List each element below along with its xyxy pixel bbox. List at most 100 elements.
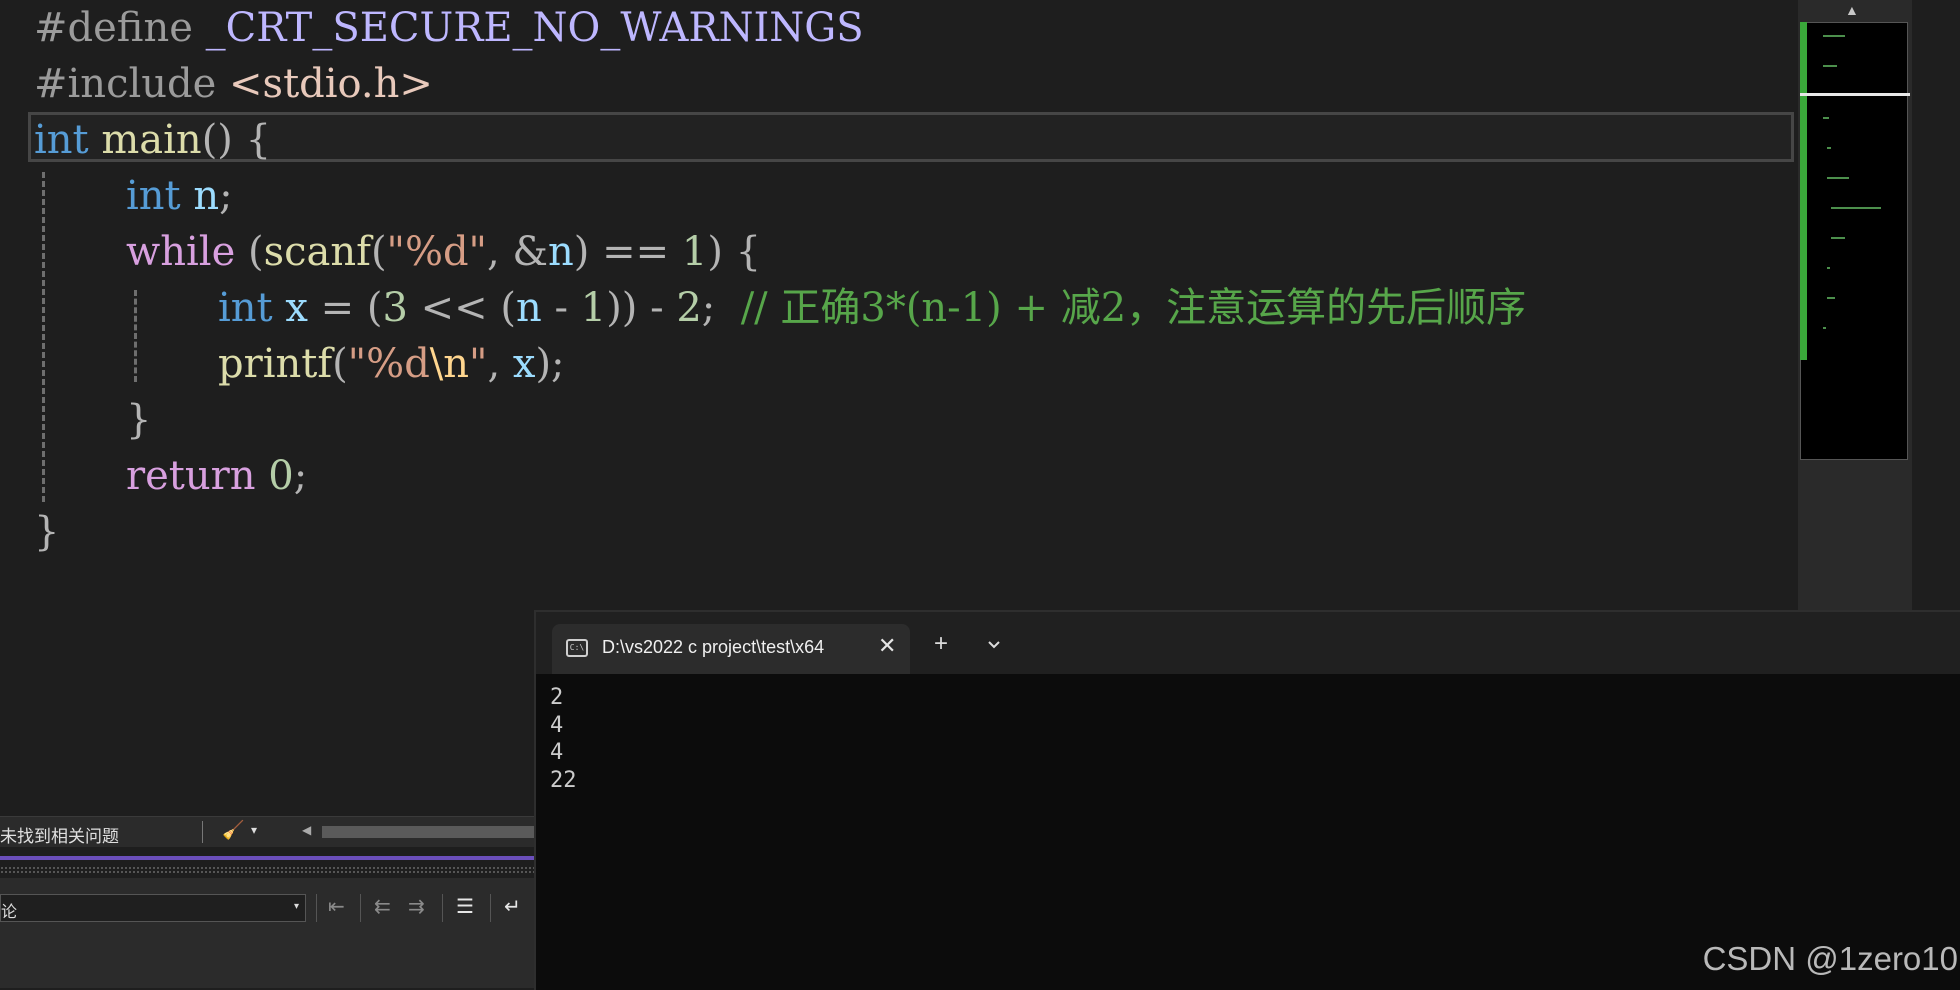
code-line-5[interactable]: while (scanf("%d", &n) == 1) { [126, 224, 761, 280]
code-editor[interactable]: #define _CRT_SECURE_NO_WARNINGS #include… [0, 0, 1800, 612]
toolbar-separator [490, 894, 491, 922]
punctuation: ; [219, 173, 233, 219]
minimap-code-mark [1823, 35, 1845, 37]
editor-minimap[interactable]: ▲ [1798, 0, 1912, 612]
minimap-code-mark [1827, 177, 1849, 179]
issues-status-text: 未找到相关问题 [0, 827, 119, 846]
closing-brace: } [126, 397, 152, 443]
terminal-output: 2 4 4 22 [550, 684, 577, 794]
editor-right-margin [1912, 0, 1960, 612]
word-wrap-icon[interactable]: ↵ [504, 894, 521, 919]
string-literal: "%d [347, 341, 430, 387]
punctuation: ); [535, 341, 565, 387]
code-line-3[interactable]: int main() { [34, 112, 271, 168]
minimap-viewport-indicator[interactable] [1800, 93, 1910, 96]
terminal-tab-title: D:\vs2022 c project\test\x64\Debug\test.… [602, 637, 824, 657]
code-line-4[interactable]: int n; [126, 168, 233, 224]
code-line-8[interactable]: } [126, 392, 151, 448]
panel-splitter[interactable] [0, 866, 536, 874]
toolbar-separator [202, 821, 203, 843]
indent-guide-while [134, 290, 137, 382]
code-comment: // 正确3*(n-1) + 减2，注意运算的先后顺序 [740, 285, 1527, 331]
change-tracking-bar [1800, 22, 1807, 360]
number-literal: 3 [382, 285, 408, 331]
variable: n [548, 229, 574, 275]
clear-all-icon[interactable]: ☰ [456, 894, 474, 919]
new-tab-button[interactable]: + [934, 632, 948, 656]
preprocessor-directive: #include [34, 61, 217, 107]
punctuation: ) == [573, 229, 682, 275]
punctuation: ; [701, 285, 741, 331]
error-status-bar: 未找到相关问题 🧹 ▾ ◀ [0, 816, 536, 847]
output-source-select[interactable]: 论 ▾ [0, 894, 306, 922]
minimap-code-mark [1827, 297, 1835, 299]
close-icon[interactable]: ✕ [878, 633, 896, 659]
punctuation: ( [332, 341, 348, 387]
code-cleanup-icon[interactable]: 🧹 [222, 820, 244, 841]
toolbar-separator [360, 894, 361, 922]
punctuation: () { [201, 117, 272, 163]
output-line: 4 [550, 740, 564, 765]
scroll-left-icon[interactable]: ◀ [302, 823, 311, 837]
minimap-preview[interactable] [1800, 22, 1908, 460]
punctuation: = ( [307, 285, 383, 331]
watermark-text: CSDN @1zero10 [1702, 940, 1958, 977]
output-panel-toolbar: 论 ▾ ⇤ ⇇ ⇉ ☰ ↵ [0, 878, 536, 988]
punctuation: ( [235, 229, 264, 275]
minimap-code-mark [1823, 65, 1837, 67]
terminal-tab[interactable]: C:\ D:\vs2022 c project\test\x64\Debug\t… [552, 624, 910, 674]
punctuation: ( [370, 229, 387, 275]
keyword: int [34, 117, 89, 163]
include-header: <stdio.h> [229, 61, 433, 107]
chevron-down-icon: ▾ [293, 901, 299, 912]
minimap-code-mark [1823, 327, 1826, 329]
string-literal: " [469, 341, 488, 387]
chevron-down-icon[interactable]: ▾ [251, 823, 257, 837]
control-keyword: return [126, 453, 256, 499]
macro-name: _CRT_SECURE_NO_WARNINGS [205, 5, 864, 51]
escape-sequence: \n [429, 341, 470, 387]
previous-message-icon[interactable]: ⇇ [374, 894, 391, 919]
toolbar-separator [316, 894, 317, 922]
current-line-highlight [28, 112, 1794, 162]
output-source-value: 论 [1, 904, 18, 921]
output-line: 2 [550, 685, 564, 710]
function-name: main [101, 117, 202, 163]
string-literal: "%d" [386, 229, 487, 275]
variable: x [512, 341, 536, 387]
punctuation: )) - [606, 285, 677, 331]
console-icon: C:\ [566, 639, 588, 657]
minimap-code-mark [1831, 237, 1845, 239]
code-line-1[interactable]: #define _CRT_SECURE_NO_WARNINGS [34, 0, 864, 56]
punctuation: , [487, 341, 513, 387]
minimap-code-mark [1827, 267, 1830, 269]
toolbar-separator [442, 894, 443, 922]
variable: x [285, 285, 308, 331]
code-line-7[interactable]: printf("%d\n", x); [218, 336, 565, 392]
minimap-code-mark [1827, 147, 1831, 149]
horizontal-scrollbar[interactable] [322, 826, 536, 838]
keyword: int [126, 173, 181, 219]
next-message-icon[interactable]: ⇉ [408, 894, 425, 919]
code-line-9[interactable]: return 0; [126, 448, 307, 504]
minimap-code-mark [1831, 207, 1881, 209]
code-line-6[interactable]: int x = (3 << (n - 1)) - 2; // 正确3*(n-1)… [218, 280, 1526, 336]
terminal-window[interactable]: C:\ D:\vs2022 c project\test\x64\Debug\t… [534, 610, 1960, 990]
keyword: int [218, 285, 273, 331]
code-line-10[interactable]: } [34, 504, 59, 560]
output-line: 22 [550, 767, 577, 793]
punctuation: << ( [407, 285, 517, 331]
code-line-2[interactable]: #include <stdio.h> [34, 56, 433, 112]
indent-guide-main [42, 172, 45, 502]
function-name: scanf [263, 229, 371, 275]
closing-brace: } [34, 509, 60, 555]
punctuation: , & [486, 229, 549, 275]
goto-previous-icon[interactable]: ⇤ [328, 894, 345, 919]
panel-accent-divider [0, 856, 536, 860]
number-literal: 1 [580, 285, 607, 331]
scroll-up-icon[interactable]: ▲ [1845, 2, 1859, 18]
punctuation: ) { [707, 229, 762, 275]
preprocessor-directive: #define [34, 5, 193, 51]
chevron-down-icon[interactable] [982, 632, 1006, 656]
punctuation: - [541, 285, 581, 331]
